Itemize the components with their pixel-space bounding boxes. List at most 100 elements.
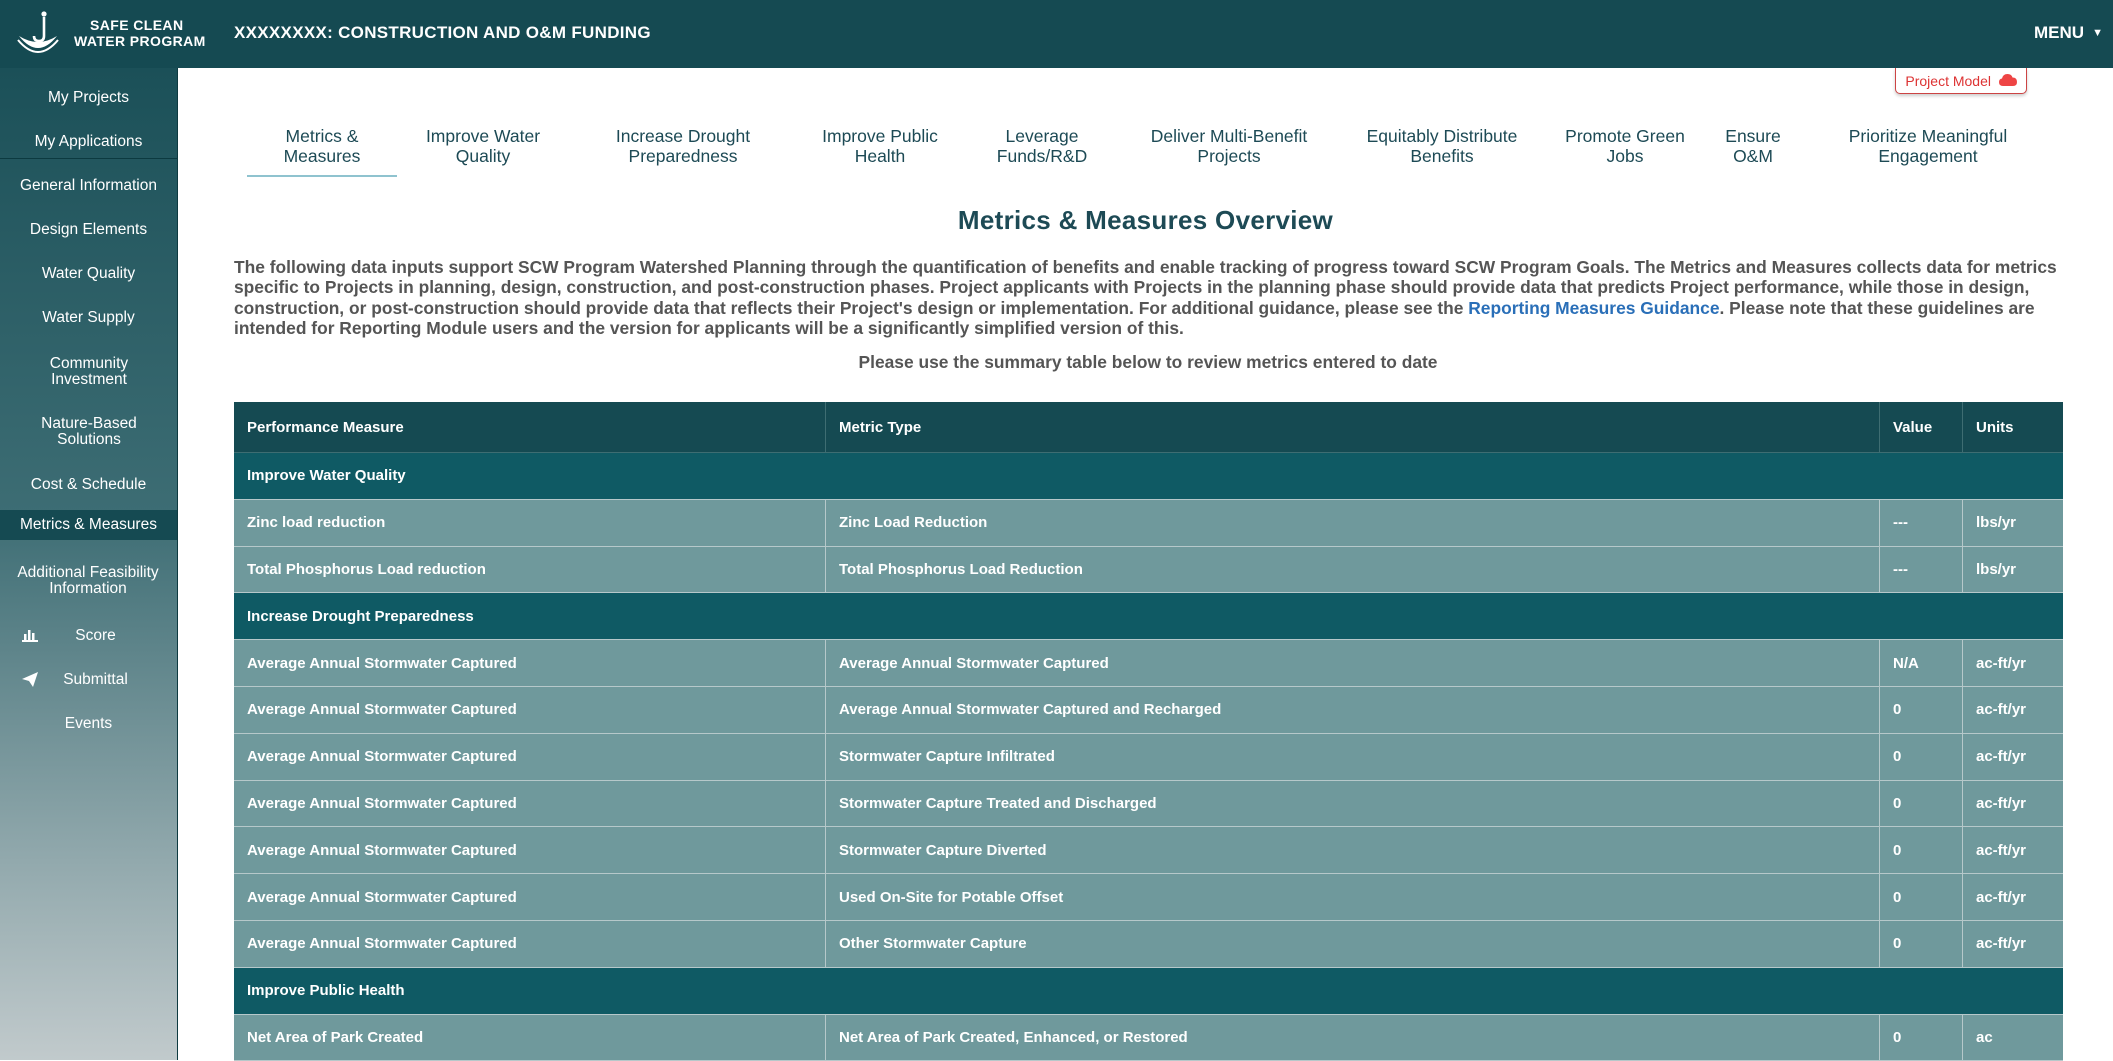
sidebar-item-additional-feasibility[interactable]: Additional Feasibility Information — [8, 565, 168, 597]
cell-metric-type: Used On-Site for Potable Offset — [825, 874, 1879, 920]
logo-line-1: SAFE CLEAN — [90, 17, 184, 33]
table-row: Average Annual Stormwater Captured Storm… — [234, 733, 2063, 781]
cell-metric-type: Total Phosphorus Load Reduction — [825, 546, 1879, 593]
cell-units: ac-ft/yr — [1962, 640, 2063, 686]
cell-performance-measure: Average Annual Stormwater Captured — [247, 841, 517, 859]
scw-logo[interactable]: SAFE CLEAN WATER PROGRAM — [16, 10, 206, 58]
column-header-performance-measure: Performance Measure — [247, 418, 404, 436]
tab-metrics-measures[interactable]: Metrics & Measures — [266, 126, 378, 166]
tab-label-line2: Quality — [455, 146, 511, 166]
overview-heading: Metrics & Measures Overview — [957, 205, 1334, 235]
tab-equitably-distribute[interactable]: Equitably Distribute Benefits — [1362, 126, 1522, 166]
sidebar-item-submittal[interactable]: Submittal — [0, 672, 177, 688]
tab-label-line2: Engagement — [1878, 146, 1978, 166]
cell-value: 0 — [1879, 1014, 1962, 1061]
sidebar-item-label: My Applications — [34, 133, 143, 150]
sidebar-item-label: Events — [64, 715, 113, 732]
tab-ensure-om[interactable]: Ensure O&M — [1718, 126, 1788, 166]
tab-label-line1: Prioritize Meaningful — [1848, 126, 2008, 146]
tab-label-line2: Preparedness — [628, 146, 738, 166]
table-row: Average Annual Stormwater Captured Other… — [234, 920, 2063, 968]
tab-label-line2: Jobs — [1606, 146, 1644, 166]
cell-value: 0 — [1879, 874, 1962, 920]
sidebar-item-label: Water Supply — [42, 309, 135, 326]
cell-units: lbs/yr — [1962, 546, 2063, 593]
reporting-measures-guidance-link[interactable]: Reporting Measures Guidance — [1468, 298, 1719, 318]
sidebar-item-nature-based-solutions[interactable]: Nature-Based Solutions — [30, 416, 148, 448]
sidebar-item-water-supply[interactable]: Water Supply — [0, 310, 177, 326]
table-row: Average Annual Stormwater Captured Storm… — [234, 827, 2063, 875]
table-row: Net Area of Park Created Net Area of Par… — [234, 1014, 2063, 1061]
cell-performance-measure: Net Area of Park Created — [247, 1028, 424, 1046]
page-title: XXXXXXXX: CONSTRUCTION AND O&M FUNDING — [234, 23, 651, 42]
cell-units: ac-ft/yr — [1962, 874, 2063, 920]
logo-wordmark: SAFE CLEAN WATER PROGRAM — [74, 17, 206, 49]
cell-value: 0 — [1879, 920, 1962, 967]
sidebar-item-water-quality[interactable]: Water Quality — [0, 266, 177, 282]
cell-performance-measure: Average Annual Stormwater Captured — [247, 701, 517, 719]
paper-plane-icon — [22, 672, 38, 690]
cell-value: 0 — [1879, 686, 1962, 733]
sidebar-item-cost-schedule[interactable]: Cost & Schedule — [0, 477, 177, 493]
table-group-row: Improve Public Health — [234, 967, 2063, 1015]
cell-value: --- — [1879, 546, 1962, 593]
group-label: Improve Public Health — [247, 982, 405, 1000]
tab-label-line2: Measures — [283, 146, 361, 166]
sidebar-item-events[interactable]: Events — [0, 716, 177, 732]
sidebar-item-community-investment[interactable]: Community Investment — [44, 356, 134, 388]
sidebar-item-label: Design Elements — [29, 221, 148, 238]
cell-units: ac-ft/yr — [1962, 780, 2063, 827]
cell-metric-type: Stormwater Capture Treated and Discharge… — [825, 780, 1879, 827]
sidebar-item-label: My Projects — [48, 89, 129, 106]
tab-prioritize-engagement[interactable]: Prioritize Meaningful Engagement — [1838, 126, 2018, 166]
table-row: Total Phosphorus Load reduction Total Ph… — [234, 546, 2063, 594]
tab-deliver-multi-benefit[interactable]: Deliver Multi-Benefit Projects — [1142, 126, 1316, 166]
cell-units: ac-ft/yr — [1962, 733, 2063, 780]
sidebar-item-metrics-measures[interactable]: Metrics & Measures — [0, 510, 177, 540]
cell-units: ac — [1962, 1014, 2063, 1061]
tab-label-line1: Increase Drought — [615, 126, 751, 146]
cell-performance-measure: Zinc load reduction — [247, 514, 386, 532]
cell-metric-type: Stormwater Capture Diverted — [825, 827, 1879, 874]
cell-metric-type: Stormwater Capture Infiltrated — [825, 733, 1879, 780]
tab-label-line1: Improve Public — [822, 126, 938, 146]
project-model-label: Project Model — [1905, 73, 1991, 89]
sidebar-item-my-applications[interactable]: My Applications — [0, 134, 177, 150]
sidebar-item-my-projects[interactable]: My Projects — [0, 90, 177, 106]
sidebar-item-general-information[interactable]: General Information — [0, 178, 177, 194]
cell-performance-measure: Average Annual Stormwater Captured — [247, 935, 517, 953]
tab-improve-public-health[interactable]: Improve Public Health — [811, 126, 949, 166]
table-row: Average Annual Stormwater Captured Avera… — [234, 640, 2063, 687]
table-row: Zinc load reduction Zinc Load Reduction … — [234, 499, 2063, 547]
table-group-row: Improve Water Quality — [234, 453, 2063, 500]
sidebar-item-label: Water Quality — [41, 265, 136, 282]
column-header-units: Units — [1962, 402, 2063, 452]
cell-performance-measure: Average Annual Stormwater Captured — [247, 654, 517, 672]
tab-label-line1: Metrics & — [285, 126, 359, 146]
sidebar-item-score[interactable]: Score — [0, 628, 177, 644]
project-model-button[interactable]: Project Model — [1895, 68, 2027, 94]
cell-performance-measure: Average Annual Stormwater Captured — [247, 888, 517, 906]
group-label: Increase Drought Preparedness — [247, 607, 474, 625]
tab-promote-green-jobs[interactable]: Promote Green Jobs — [1563, 126, 1687, 166]
sidebar: My Projects My Applications General Info… — [0, 68, 178, 1060]
table-header-row: Performance Measure Metric Type Value Un… — [234, 402, 2063, 453]
tab-improve-water-quality[interactable]: Improve Water Quality — [418, 126, 548, 166]
table-row: Average Annual Stormwater Captured Used … — [234, 874, 2063, 921]
overview-intro: The following data inputs support SCW Pr… — [234, 257, 2066, 339]
tab-label-line2: Projects — [1197, 146, 1261, 166]
tab-label-line2: Health — [854, 146, 906, 166]
cell-metric-type: Average Annual Stormwater Captured and R… — [825, 686, 1879, 733]
sidebar-item-label: Nature-Based Solutions — [41, 415, 137, 448]
menu-button[interactable]: MENU ▼ — [2034, 23, 2103, 43]
tab-increase-drought-preparedness[interactable]: Increase Drought Preparedness — [605, 126, 761, 166]
cell-metric-type: Average Annual Stormwater Captured — [825, 640, 1879, 686]
sidebar-item-label: Score — [75, 627, 116, 644]
tab-label-line1: Improve Water — [425, 126, 541, 146]
cell-units: ac-ft/yr — [1962, 686, 2063, 733]
column-header-metric-type: Metric Type — [825, 402, 1879, 452]
sidebar-divider — [0, 158, 177, 159]
tab-leverage-funds[interactable]: Leverage Funds/R&D — [992, 126, 1092, 166]
tab-label-line1: Ensure — [1725, 126, 1781, 146]
sidebar-item-design-elements[interactable]: Design Elements — [0, 222, 177, 238]
